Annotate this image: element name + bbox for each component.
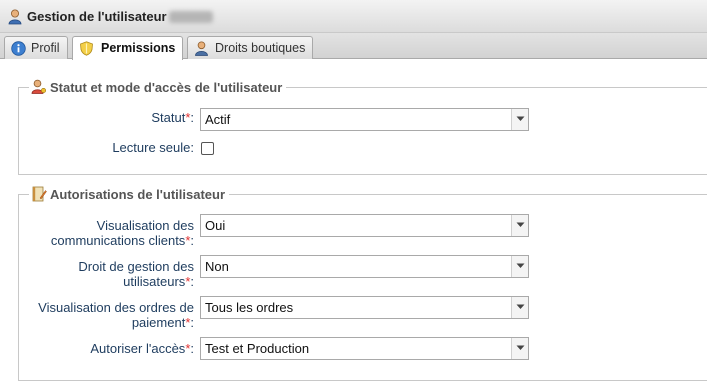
chevron-down-icon[interactable] — [511, 338, 528, 359]
visualisation-communications-value: Oui — [205, 218, 226, 233]
statut-select[interactable]: Actif — [200, 108, 529, 131]
visualisation-ordres-paiement-value: Tous les ordres — [205, 300, 294, 315]
readonly-checkbox[interactable] — [201, 142, 214, 155]
visualisation-ordres-paiement-label: Visualisation des ordres de paiement*: — [38, 300, 194, 330]
statut-label: Statut*: — [151, 110, 194, 125]
user-icon — [8, 9, 22, 25]
shield-icon — [80, 41, 93, 56]
chevron-down-icon[interactable] — [511, 109, 528, 130]
tab-droits-boutiques[interactable]: Droits boutiques — [187, 36, 313, 59]
chevron-down-icon[interactable] — [511, 256, 528, 277]
tab-droits-boutiques-label: Droits boutiques — [215, 41, 306, 55]
info-icon — [11, 41, 26, 56]
visualisation-communications-label: Visualisation des communications clients… — [50, 218, 194, 248]
section-auth-title: Autorisations de l'utilisateur — [50, 187, 226, 202]
tab-profil-label: Profil — [31, 41, 60, 55]
section-auth-legend: Autorisations de l'utilisateur — [29, 186, 230, 202]
section-status-legend: Statut et mode d'accès de l'utilisateur — [29, 79, 287, 95]
autoriser-acces-value: Test et Production — [205, 341, 310, 356]
status-access-section: Statut et mode d'accès de l'utilisateur — [18, 79, 707, 175]
autoriser-acces-select[interactable]: Test et Production — [200, 337, 529, 360]
droit-gestion-utilisateurs-value: Non — [205, 259, 229, 274]
droit-gestion-utilisateurs-label: Droit de gestion des utilisateurs*: — [78, 259, 194, 289]
statut-select-value: Actif — [205, 112, 231, 127]
section-status-title: Statut et mode d'accès de l'utilisateur — [50, 80, 283, 95]
user-icon — [195, 41, 208, 56]
tab-permissions[interactable]: Permissions — [72, 36, 183, 60]
readonly-label: Lecture seule: — [112, 140, 194, 155]
visualisation-ordres-paiement-select[interactable]: Tous les ordres — [200, 296, 529, 319]
notebook-edit-icon — [32, 186, 47, 202]
tab-strip: Profil Permissions Droits boutiques — [0, 33, 707, 60]
user-key-icon — [31, 79, 47, 94]
chevron-down-icon[interactable] — [511, 297, 528, 318]
autoriser-acces-label: Autoriser l'accès*: — [90, 341, 194, 356]
tab-profil[interactable]: Profil — [4, 36, 68, 59]
visualisation-communications-select[interactable]: Oui — [200, 214, 529, 237]
window-title: Gestion de l'utilisateur — [27, 9, 167, 24]
user-management-window: Gestion de l'utilisateur Profil Permissi… — [0, 0, 707, 390]
permissions-panel: Statut et mode d'accès de l'utilisateur … — [0, 60, 707, 390]
chevron-down-icon[interactable] — [511, 215, 528, 236]
tab-permissions-label: Permissions — [101, 41, 176, 55]
title-bar: Gestion de l'utilisateur — [0, 0, 707, 33]
redacted-username — [169, 11, 213, 23]
droit-gestion-utilisateurs-select[interactable]: Non — [200, 255, 529, 278]
